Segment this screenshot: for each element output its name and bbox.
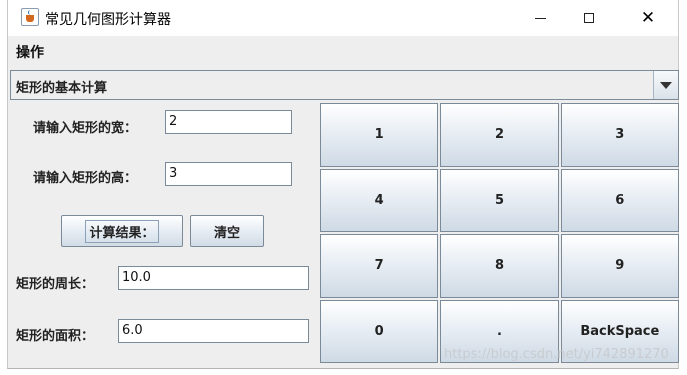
maximize-icon — [584, 13, 594, 23]
key-6[interactable]: 6 — [560, 168, 679, 232]
key-9[interactable]: 9 — [560, 234, 679, 298]
dropdown-arrow-button[interactable] — [653, 71, 678, 99]
shape-type-selected: 矩形的基本计算 — [16, 81, 108, 96]
width-input[interactable]: 2 — [165, 110, 292, 134]
area-output[interactable]: 6.0 — [118, 319, 309, 343]
key-8[interactable]: 8 — [440, 234, 559, 298]
key-2[interactable]: 2 — [440, 103, 559, 167]
key-1[interactable]: 1 — [320, 103, 439, 167]
perimeter-label: 矩形的周长： — [16, 277, 95, 292]
calculate-button-label: 计算结果： — [85, 219, 159, 243]
close-button[interactable]: ✕ — [625, 0, 671, 36]
calculate-button[interactable]: 计算结果： — [61, 215, 183, 247]
maximize-button[interactable] — [566, 0, 612, 36]
perimeter-output[interactable]: 10.0 — [118, 266, 309, 290]
height-label: 请输入矩形的高： — [33, 171, 138, 186]
key-4[interactable]: 4 — [320, 168, 439, 232]
menu-bar: 操作 — [8, 36, 678, 66]
title-bar: 常见几何图形计算器 ✕ — [8, 0, 678, 36]
minimize-button[interactable] — [517, 0, 563, 36]
java-app-icon — [21, 8, 39, 26]
numeric-keypad: 1 2 3 4 5 6 7 8 9 0 . BackSpace — [320, 103, 679, 363]
height-input[interactable]: 3 — [165, 162, 292, 186]
watermark-text: https://blog.csdn.net/yi742891270 — [444, 347, 669, 362]
width-label: 请输入矩形的宽： — [33, 121, 138, 136]
key-0[interactable]: 0 — [320, 299, 439, 363]
chevron-down-icon — [660, 81, 672, 89]
clear-button[interactable]: 清空 — [190, 215, 264, 247]
area-label: 矩形的面积： — [16, 329, 95, 344]
menu-operations[interactable]: 操作 — [16, 42, 44, 62]
app-window: 常见几何图形计算器 ✕ 操作 矩形的基本计算 请输入矩形的宽： 2 请输入矩形的… — [7, 0, 679, 369]
shape-type-combobox[interactable]: 矩形的基本计算 — [10, 70, 679, 100]
window-title: 常见几何图形计算器 — [45, 12, 171, 28]
close-icon: ✕ — [640, 7, 656, 28]
clear-button-label: 清空 — [213, 225, 240, 241]
minimize-icon — [534, 17, 546, 19]
key-3[interactable]: 3 — [560, 103, 679, 167]
key-5[interactable]: 5 — [440, 168, 559, 232]
key-7[interactable]: 7 — [320, 234, 439, 298]
